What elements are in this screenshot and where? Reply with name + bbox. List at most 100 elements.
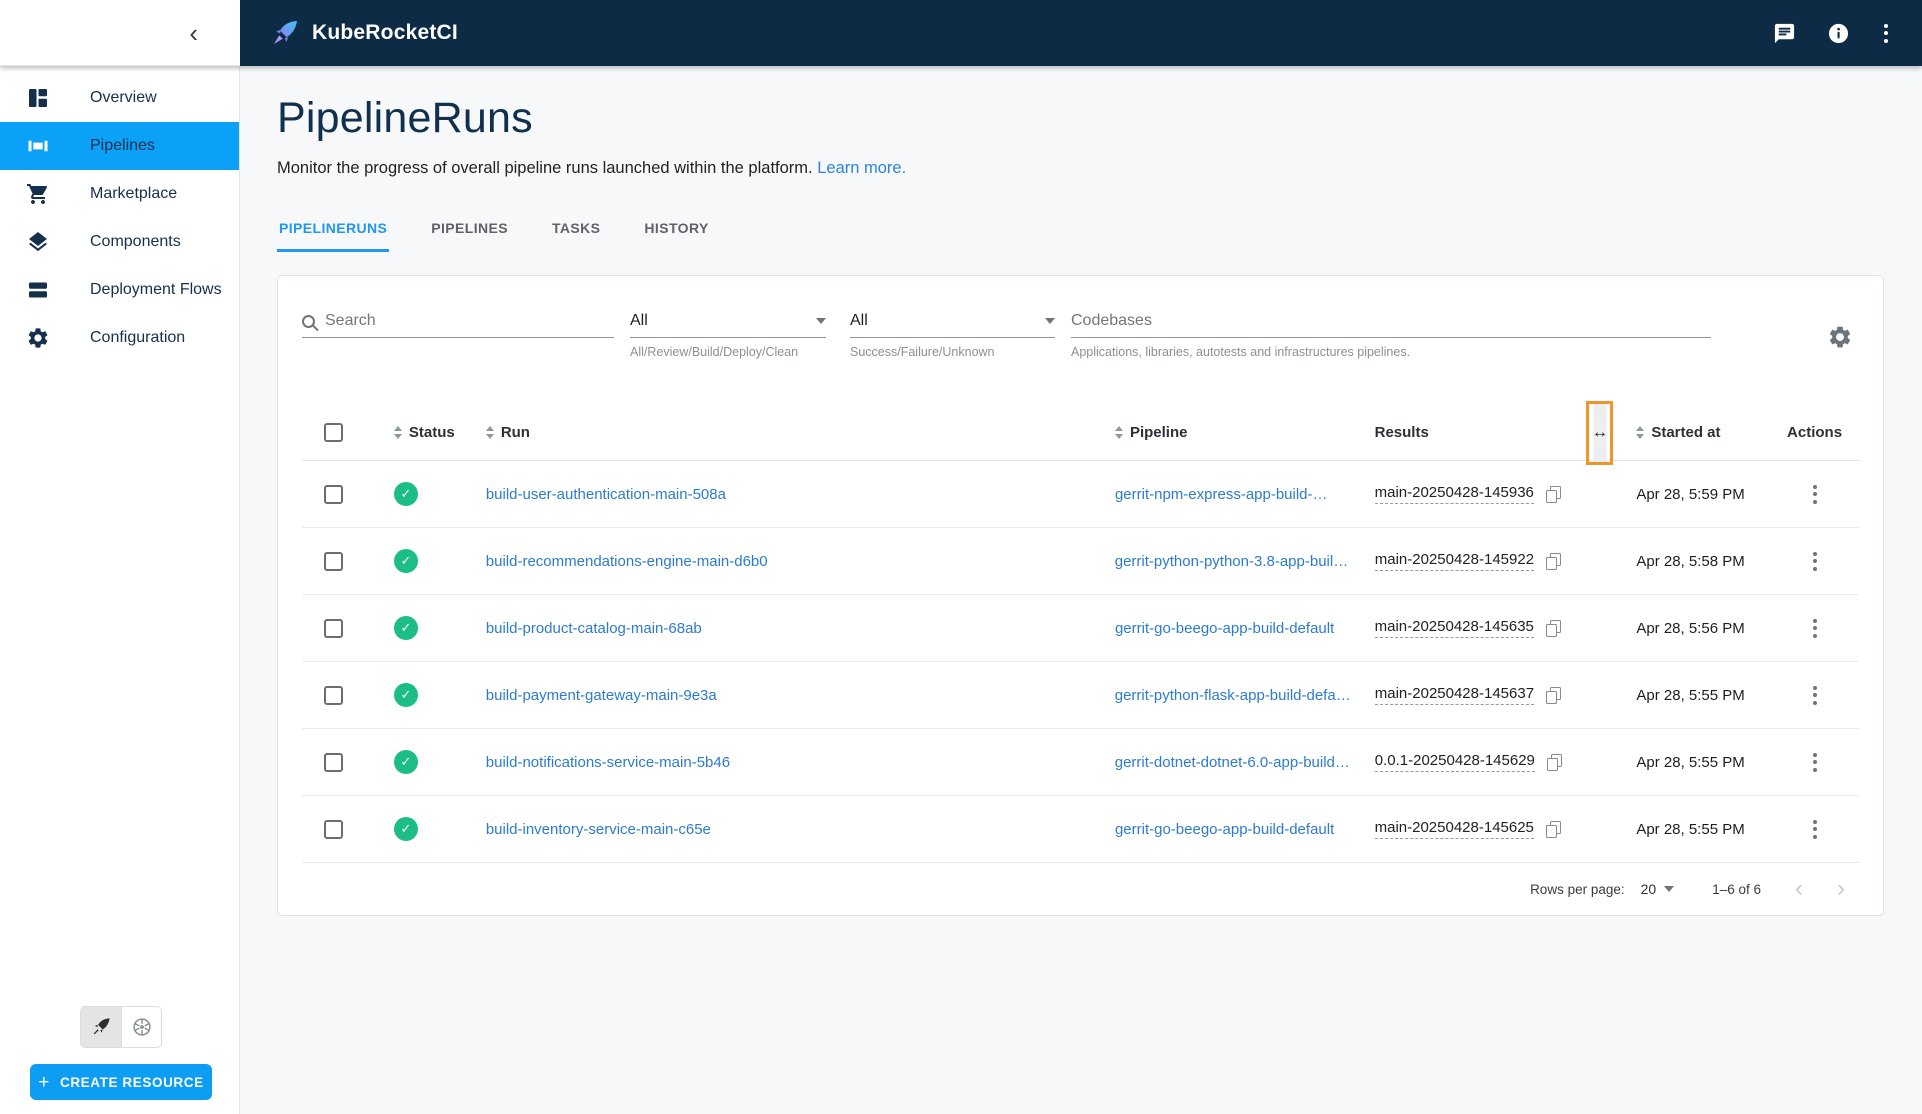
type-filter-value[interactable]: All — [630, 312, 816, 330]
sort-arrows-icon — [486, 426, 494, 439]
sidebar-item-deployment-flows[interactable]: Deployment Flows — [0, 266, 239, 314]
tab-tasks[interactable]: TASKS — [550, 214, 602, 252]
rows-per-page-value: 20 — [1641, 881, 1657, 897]
copy-icon[interactable] — [1546, 620, 1561, 637]
next-page-button[interactable] — [1837, 877, 1845, 901]
column-header-run[interactable]: Run — [462, 424, 1091, 441]
status-success-icon — [394, 683, 418, 707]
sidebar-item-overview[interactable]: Overview — [0, 74, 239, 122]
sidebar-item-pipelines[interactable]: Pipelines — [0, 122, 239, 170]
type-filter-select[interactable]: All — [630, 312, 826, 338]
rocket-view-toggle-button[interactable] — [81, 1007, 121, 1047]
run-link[interactable]: build-product-catalog-main-68ab — [486, 620, 702, 637]
pipeline-link[interactable]: gerrit-python-flask-app-build-default — [1115, 687, 1351, 704]
run-link[interactable]: build-payment-gateway-main-9e3a — [486, 687, 717, 704]
row-actions-kebab-icon[interactable] — [1809, 682, 1821, 709]
sidebar-item-marketplace[interactable]: Marketplace — [0, 170, 239, 218]
subtitle-text: Monitor the progress of overall pipeline… — [277, 159, 813, 177]
pipeline-link[interactable]: gerrit-go-beego-app-build-default — [1115, 620, 1334, 637]
column-resize-handle-highlight[interactable] — [1586, 401, 1613, 465]
row-checkbox[interactable] — [324, 753, 343, 772]
row-actions-kebab-icon[interactable] — [1809, 481, 1821, 508]
result-link[interactable]: 0.0.1-20250428-145629 — [1375, 752, 1535, 772]
filter-row: All All/Review/Build/Deploy/Clean All Su… — [302, 276, 1859, 359]
tab-pipelineruns[interactable]: PIPELINERUNS — [277, 214, 389, 252]
sort-arrows-icon — [1115, 426, 1123, 439]
codebases-field: Applications, libraries, autotests and i… — [1071, 312, 1711, 359]
column-header-started-at[interactable]: Started at — [1580, 424, 1770, 441]
app-bar: KubeRocketCI — [240, 0, 1922, 66]
info-icon[interactable] — [1826, 21, 1850, 45]
status-filter-select[interactable]: All — [850, 312, 1055, 338]
copy-icon[interactable] — [1546, 687, 1561, 704]
pipeline-link[interactable]: gerrit-dotnet-dotnet-6.0-app-build-… — [1115, 754, 1351, 771]
row-actions-kebab-icon[interactable] — [1809, 816, 1821, 843]
kubernetes-wheel-icon — [131, 1016, 153, 1038]
column-header-status[interactable]: Status — [366, 424, 462, 441]
learn-more-link[interactable]: Learn more. — [817, 159, 906, 177]
row-actions-kebab-icon[interactable] — [1809, 548, 1821, 575]
row-actions-kebab-icon[interactable] — [1809, 749, 1821, 776]
result-link[interactable]: main-20250428-145635 — [1375, 618, 1534, 638]
result-link[interactable]: main-20250428-145625 — [1375, 819, 1534, 839]
app-bar-actions — [1772, 20, 1892, 47]
search-input[interactable] — [325, 312, 614, 330]
result-link[interactable]: main-20250428-145922 — [1375, 551, 1534, 571]
started-at-value: Apr 28, 5:55 PM — [1636, 687, 1744, 704]
gear-icon — [26, 326, 50, 350]
row-checkbox[interactable] — [324, 552, 343, 571]
rows-per-page-label: Rows per page: — [1530, 882, 1625, 897]
result-link[interactable]: main-20250428-145936 — [1375, 484, 1534, 504]
table-row: build-inventory-service-main-c65e gerrit… — [302, 796, 1859, 863]
column-header-actions: Actions — [1770, 424, 1859, 441]
table-row: build-product-catalog-main-68ab gerrit-g… — [302, 595, 1859, 662]
row-checkbox[interactable] — [324, 820, 343, 839]
copy-icon[interactable] — [1547, 754, 1562, 771]
run-link[interactable]: build-recommendations-engine-main-d6b0 — [486, 553, 768, 570]
sidebar-item-components[interactable]: Components — [0, 218, 239, 266]
sidebar-collapse-chevron-icon[interactable]: ‹ — [181, 18, 206, 48]
pipeline-link[interactable]: gerrit-python-python-3.8-app-build-… — [1115, 553, 1351, 570]
codebases-helper: Applications, libraries, autotests and i… — [1071, 345, 1711, 359]
copy-icon[interactable] — [1546, 553, 1561, 570]
copy-icon[interactable] — [1546, 821, 1561, 838]
status-success-icon — [394, 549, 418, 573]
dashboard-icon — [26, 86, 50, 110]
sidebar: Overview Pipelines Marketplace Component… — [0, 66, 240, 1114]
sidebar-header: ‹ — [0, 0, 240, 66]
started-at-value: Apr 28, 5:56 PM — [1636, 620, 1744, 637]
run-link[interactable]: build-inventory-service-main-c65e — [486, 821, 711, 838]
row-checkbox[interactable] — [324, 485, 343, 504]
create-resource-button[interactable]: CREATE RESOURCE — [30, 1064, 212, 1100]
pipeline-link[interactable]: gerrit-go-beego-app-build-default — [1115, 821, 1334, 838]
run-link[interactable]: build-notifications-service-main-5b46 — [486, 754, 730, 771]
tab-history[interactable]: HISTORY — [642, 214, 710, 252]
table-settings-gear-icon[interactable] — [1827, 324, 1853, 355]
column-header-pipeline[interactable]: Pipeline — [1091, 424, 1351, 441]
table-body: build-user-authentication-main-508a gerr… — [302, 461, 1859, 863]
sidebar-item-configuration[interactable]: Configuration — [0, 314, 239, 362]
table-row: build-user-authentication-main-508a gerr… — [302, 461, 1859, 528]
copy-icon[interactable] — [1546, 486, 1561, 503]
row-actions-kebab-icon[interactable] — [1809, 615, 1821, 642]
result-link[interactable]: main-20250428-145637 — [1375, 685, 1534, 705]
pipeline-link[interactable]: gerrit-npm-express-app-build-… — [1115, 486, 1328, 503]
row-checkbox[interactable] — [324, 686, 343, 705]
app-menu-kebab-icon[interactable] — [1880, 20, 1892, 47]
dropdown-caret-icon — [816, 318, 826, 324]
select-all-checkbox[interactable] — [324, 423, 343, 442]
rows-per-page-select[interactable]: 20 — [1641, 881, 1675, 897]
previous-page-button[interactable] — [1795, 877, 1803, 901]
search-icon — [302, 315, 315, 328]
status-filter-value[interactable]: All — [850, 312, 1045, 330]
top-app-bar: ‹ KubeRocketCI — [0, 0, 1922, 66]
app-logo[interactable]: KubeRocketCI — [270, 18, 458, 48]
sidebar-nav: Overview Pipelines Marketplace Component… — [0, 66, 239, 362]
codebases-input[interactable] — [1071, 312, 1711, 330]
feedback-chat-icon[interactable] — [1772, 21, 1796, 45]
run-link[interactable]: build-user-authentication-main-508a — [486, 486, 726, 503]
search-field — [302, 312, 614, 338]
row-checkbox[interactable] — [324, 619, 343, 638]
tab-pipelines[interactable]: PIPELINES — [429, 214, 510, 252]
kubernetes-view-toggle-button[interactable] — [121, 1007, 161, 1047]
